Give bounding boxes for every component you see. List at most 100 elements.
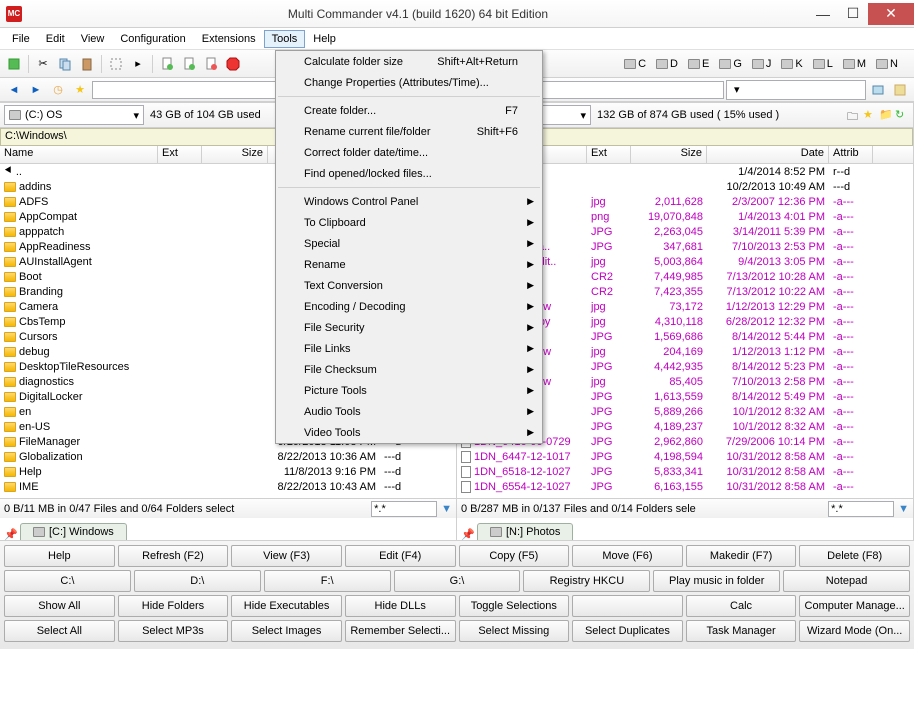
func-button[interactable]: Calc [686, 595, 797, 617]
func-button[interactable]: Select Duplicates [572, 620, 683, 642]
drive-e-icon[interactable]: E [688, 58, 709, 70]
select-icon[interactable] [106, 54, 126, 74]
favorite-icon[interactable]: ★ [70, 80, 90, 100]
forward-icon[interactable]: ► [26, 80, 46, 100]
file-row[interactable]: 1DN_6447-12-1017JPG4,198,59410/31/2012 8… [457, 449, 913, 464]
func-button[interactable]: Task Manager [686, 620, 797, 642]
address-drive-select[interactable]: ▾ [726, 80, 866, 100]
func-button[interactable]: Notepad [783, 570, 910, 592]
func-button[interactable]: Select Missing [459, 620, 570, 642]
doc2-icon[interactable] [179, 54, 199, 74]
func-button[interactable]: Remember Selecti... [345, 620, 456, 642]
funnel-icon[interactable]: ▼ [441, 503, 452, 515]
tools-item[interactable]: File Links▶ [276, 338, 542, 359]
right-tab[interactable]: [N:] Photos [477, 523, 573, 540]
func-button[interactable]: F:\ [264, 570, 391, 592]
func-button[interactable]: Refresh (F2) [118, 545, 229, 567]
func-button[interactable]: Play music in folder [653, 570, 780, 592]
func-button[interactable] [572, 595, 683, 617]
util2-icon[interactable] [890, 80, 910, 100]
paste-icon[interactable] [77, 54, 97, 74]
drive-n-icon[interactable]: N [876, 58, 898, 70]
func-button[interactable]: Help [4, 545, 115, 567]
drive-d-icon[interactable]: D [656, 58, 678, 70]
tools-item[interactable]: Rename current file/folderShift+F6 [276, 121, 542, 142]
tools-item[interactable]: Encoding / Decoding▶ [276, 296, 542, 317]
left-filter[interactable] [371, 501, 437, 517]
util1-icon[interactable] [868, 80, 888, 100]
func-button[interactable]: Edit (F4) [345, 545, 456, 567]
cut-icon[interactable]: ✂ [33, 54, 53, 74]
func-button[interactable]: D:\ [134, 570, 261, 592]
history-icon[interactable]: ◷ [48, 80, 68, 100]
func-button[interactable]: Hide Executables [231, 595, 342, 617]
pin-icon[interactable]: 📌 [4, 528, 16, 540]
tools-item[interactable]: File Security▶ [276, 317, 542, 338]
drive-j-icon[interactable]: J [752, 58, 772, 70]
menu-extensions[interactable]: Extensions [194, 30, 264, 48]
tools-item[interactable]: File Checksum▶ [276, 359, 542, 380]
funnel-icon[interactable]: ▼ [898, 503, 909, 515]
file-row[interactable]: 1DN_6554-12-1027JPG6,163,15510/31/2012 8… [457, 479, 913, 494]
tools-item[interactable]: Calculate folder sizeShift+Alt+Return [276, 51, 542, 72]
func-button[interactable]: Select All [4, 620, 115, 642]
func-button[interactable]: C:\ [4, 570, 131, 592]
tools-item[interactable]: Correct folder date/time... [276, 142, 542, 163]
pin-icon[interactable]: 📌 [461, 528, 473, 540]
file-row[interactable]: IME8/22/2013 10:43 AM---d [0, 479, 456, 494]
copy-icon[interactable] [55, 54, 75, 74]
tools-item[interactable]: Text Conversion▶ [276, 275, 542, 296]
func-button[interactable]: G:\ [394, 570, 521, 592]
drive-l-icon[interactable]: L [813, 58, 833, 70]
file-row[interactable]: Help11/8/2013 9:16 PM---d [0, 464, 456, 479]
func-button[interactable]: Select MP3s [118, 620, 229, 642]
menu-tools[interactable]: Tools [264, 30, 306, 48]
close-button[interactable]: ✕ [868, 3, 914, 25]
tools-item[interactable]: Audio Tools▶ [276, 401, 542, 422]
tools-item[interactable]: Video Tools▶ [276, 422, 542, 443]
tools-item[interactable]: Rename▶ [276, 254, 542, 275]
func-button[interactable]: Move (F6) [572, 545, 683, 567]
right-filter[interactable] [828, 501, 894, 517]
func-button[interactable]: Computer Manage... [799, 595, 910, 617]
func-button[interactable]: Select Images [231, 620, 342, 642]
maximize-button[interactable]: ☐ [838, 3, 868, 25]
func-button[interactable]: Registry HKCU [523, 570, 650, 592]
drive-g-icon[interactable]: G [719, 58, 742, 70]
back-icon[interactable]: ◄ [4, 80, 24, 100]
func-button[interactable]: View (F3) [231, 545, 342, 567]
drive-k-icon[interactable]: K [781, 58, 802, 70]
file-row[interactable]: Globalization8/22/2013 10:36 AM---d [0, 449, 456, 464]
func-button[interactable]: Delete (F8) [799, 545, 910, 567]
refresh-icon[interactable]: ↻ [895, 108, 909, 122]
left-drive-select[interactable]: (C:) OS▾ [4, 105, 144, 125]
tools-item[interactable]: Windows Control Panel▶ [276, 191, 542, 212]
tools-item[interactable]: Special▶ [276, 233, 542, 254]
func-button[interactable]: Makedir (F7) [686, 545, 797, 567]
func-button[interactable]: Toggle Selections [459, 595, 570, 617]
folder-go-icon[interactable]: 📁 [879, 108, 893, 122]
func-button[interactable]: Hide DLLs [345, 595, 456, 617]
tools-item[interactable]: Picture Tools▶ [276, 380, 542, 401]
doc1-icon[interactable] [157, 54, 177, 74]
doc3-icon[interactable] [201, 54, 221, 74]
drive-c-icon[interactable]: C [624, 58, 646, 70]
expand-icon[interactable]: ▸ [128, 54, 148, 74]
menu-view[interactable]: View [73, 30, 113, 48]
func-button[interactable]: Show All [4, 595, 115, 617]
star-icon[interactable]: ★ [863, 108, 877, 122]
file-row[interactable]: 1DN_6518-12-1027JPG5,833,34110/31/2012 8… [457, 464, 913, 479]
func-button[interactable]: Wizard Mode (On... [799, 620, 910, 642]
tools-item[interactable]: Create folder...F7 [276, 100, 542, 121]
menu-help[interactable]: Help [305, 30, 344, 48]
new-icon[interactable] [4, 54, 24, 74]
tools-item[interactable]: To Clipboard▶ [276, 212, 542, 233]
stop-icon[interactable] [223, 54, 243, 74]
drive-m-icon[interactable]: M [843, 58, 866, 70]
minimize-button[interactable]: — [808, 3, 838, 25]
left-tab[interactable]: [C:] Windows [20, 523, 127, 540]
tree-icon[interactable]: 🗀 [847, 108, 861, 122]
func-button[interactable]: Hide Folders [118, 595, 229, 617]
tools-item[interactable]: Find opened/locked files... [276, 163, 542, 184]
menu-file[interactable]: File [4, 30, 38, 48]
